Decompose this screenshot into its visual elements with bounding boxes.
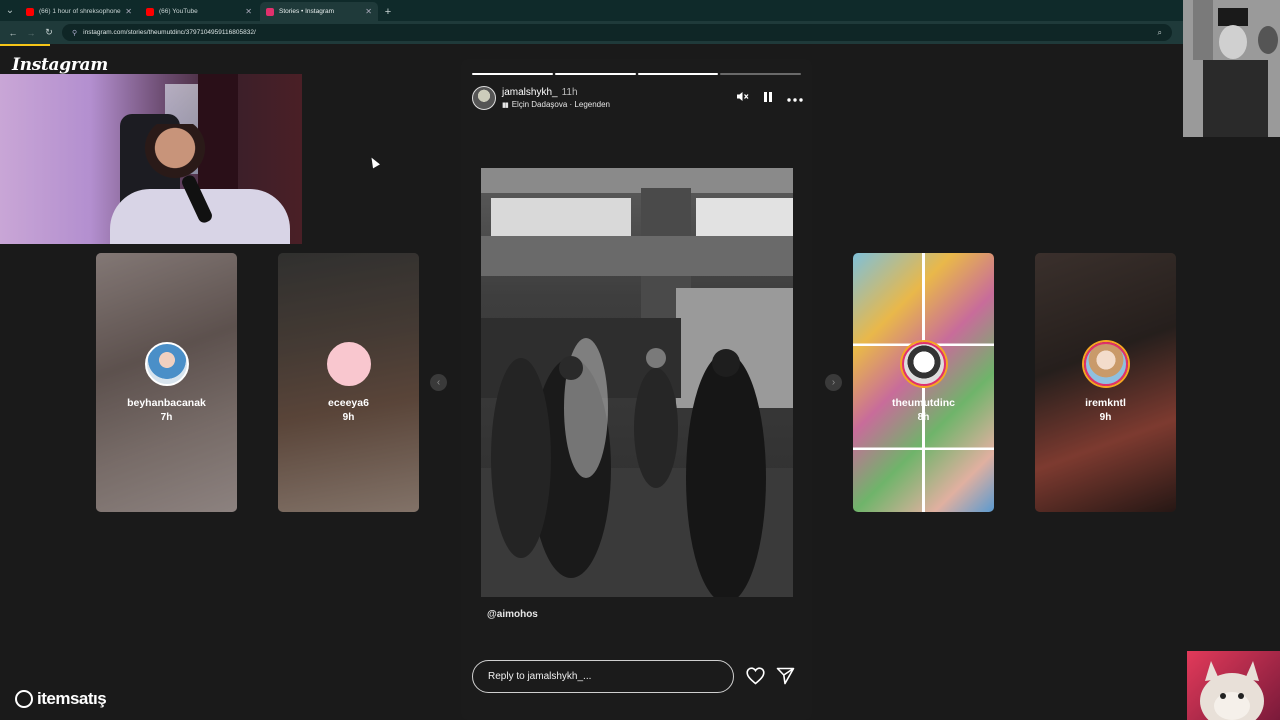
forward-icon[interactable]: → — [22, 24, 40, 42]
story-meta: jamalshykh_ 11h ▮▮ Elçin Dadaşova · Legen… — [502, 87, 610, 109]
card-time: 9h — [342, 412, 355, 423]
like-icon[interactable] — [746, 667, 765, 690]
music-label: Elçin Dadaşova · Legenden — [511, 100, 611, 109]
address-bar: ← → ↻ ⚲ instagram.com/stories/theumutdin… — [0, 21, 1280, 44]
webcam-overlay — [0, 74, 302, 244]
progress-segment — [637, 73, 719, 75]
reply-placeholder: Reply to jamalshykh_... — [488, 671, 592, 682]
avatar — [1083, 342, 1128, 386]
avatar — [144, 342, 189, 386]
story-card-beyhanbacanak[interactable]: beyhanbacanak 7h — [96, 253, 237, 512]
cat-overlay — [1187, 651, 1280, 720]
itemsatis-watermark: itemsatış — [15, 689, 107, 709]
youtube-icon — [146, 7, 154, 16]
site-info-icon[interactable]: ⚲ — [72, 29, 77, 37]
new-tab-button[interactable]: + — [380, 2, 396, 21]
instagram-icon — [266, 7, 274, 16]
story-time: 11h — [561, 87, 578, 98]
avatar — [901, 342, 946, 386]
pause-icon[interactable] — [761, 91, 775, 106]
story-username[interactable]: jamalshykh_ — [502, 87, 558, 98]
story-user-line: jamalshykh_ 11h — [502, 87, 610, 98]
close-tab-icon[interactable]: ✕ — [125, 7, 132, 16]
card-username: theumutdinc — [892, 397, 955, 409]
watermark-text: itemsatış — [37, 689, 107, 708]
story-card-iremkntl[interactable]: iremkntl 9h — [1035, 253, 1176, 512]
card-time: 7h — [160, 412, 173, 423]
card-username: beyhanbacanak — [127, 397, 206, 409]
tab-title: Stories • Instagram — [279, 8, 335, 15]
music-bars-icon: ▮▮ — [502, 101, 509, 109]
mute-icon[interactable] — [735, 90, 749, 106]
previous-story-button[interactable]: ‹ — [430, 374, 447, 391]
progress-segment — [472, 73, 553, 75]
close-tab-icon[interactable]: ✕ — [365, 7, 372, 16]
story-card-theumutdinc[interactable]: theumutdinc 8h — [853, 253, 994, 512]
card-time: 8h — [917, 412, 930, 423]
story-card-eceeya6[interactable]: eceeya6 9h — [278, 253, 419, 512]
active-story: jamalshykh_ 11h ▮▮ Elçin Dadaşova · Legen… — [461, 59, 812, 720]
story-image[interactable] — [481, 168, 793, 597]
screen: ⌄ (66) 1 hour of shreksophone - Y ✕ (66)… — [0, 0, 1280, 720]
itemsatis-logo-icon — [15, 690, 33, 708]
card-username: eceeya6 — [328, 397, 369, 409]
story-header: jamalshykh_ 11h ▮▮ Elçin Dadaşova · Legen… — [472, 85, 803, 111]
browser-tab-3[interactable]: Stories • Instagram ✕ — [260, 2, 378, 21]
more-options-icon[interactable] — [787, 91, 803, 105]
url-text: instagram.com/stories/theumutdinc/379710… — [83, 29, 256, 36]
story-music[interactable]: ▮▮ Elçin Dadaşova · Legenden — [502, 100, 610, 109]
instagram-logo[interactable]: Instagram — [12, 55, 108, 75]
tab-title: (66) 1 hour of shreksophone - Y — [39, 8, 123, 15]
zoom-icon[interactable]: ⌕ — [1158, 28, 1162, 38]
progress-segment — [554, 73, 636, 75]
share-icon[interactable] — [776, 667, 795, 690]
story-caption[interactable]: @aimohos — [487, 609, 538, 620]
browser-tab-2[interactable]: (66) YouTube ✕ — [140, 2, 258, 21]
url-field[interactable]: ⚲ instagram.com/stories/theumutdinc/3797… — [62, 24, 1172, 41]
card-time: 9h — [1099, 412, 1112, 423]
browser-tab-1[interactable]: (66) 1 hour of shreksophone - Y ✕ — [20, 2, 138, 21]
reload-icon[interactable]: ↻ — [40, 24, 58, 42]
avatar — [326, 342, 371, 386]
portrait-overlay — [1183, 0, 1280, 137]
browser-tab-bar: ⌄ (66) 1 hour of shreksophone - Y ✕ (66)… — [0, 0, 1280, 21]
close-tab-icon[interactable]: ✕ — [245, 7, 252, 16]
progress-segment — [720, 73, 801, 75]
back-icon[interactable]: ← — [4, 24, 22, 42]
chevron-right-icon: › — [831, 377, 836, 388]
next-story-button[interactable]: › — [825, 374, 842, 391]
tab-title: (66) YouTube — [159, 8, 198, 15]
card-username: iremkntl — [1085, 397, 1126, 409]
tab-search-icon[interactable]: ⌄ — [0, 0, 20, 21]
story-progress-bar — [472, 73, 801, 75]
story-controls — [735, 90, 803, 106]
reply-input[interactable]: Reply to jamalshykh_... — [472, 660, 734, 693]
youtube-icon — [26, 7, 34, 16]
chevron-left-icon: ‹ — [436, 377, 441, 388]
story-avatar[interactable] — [472, 86, 496, 110]
